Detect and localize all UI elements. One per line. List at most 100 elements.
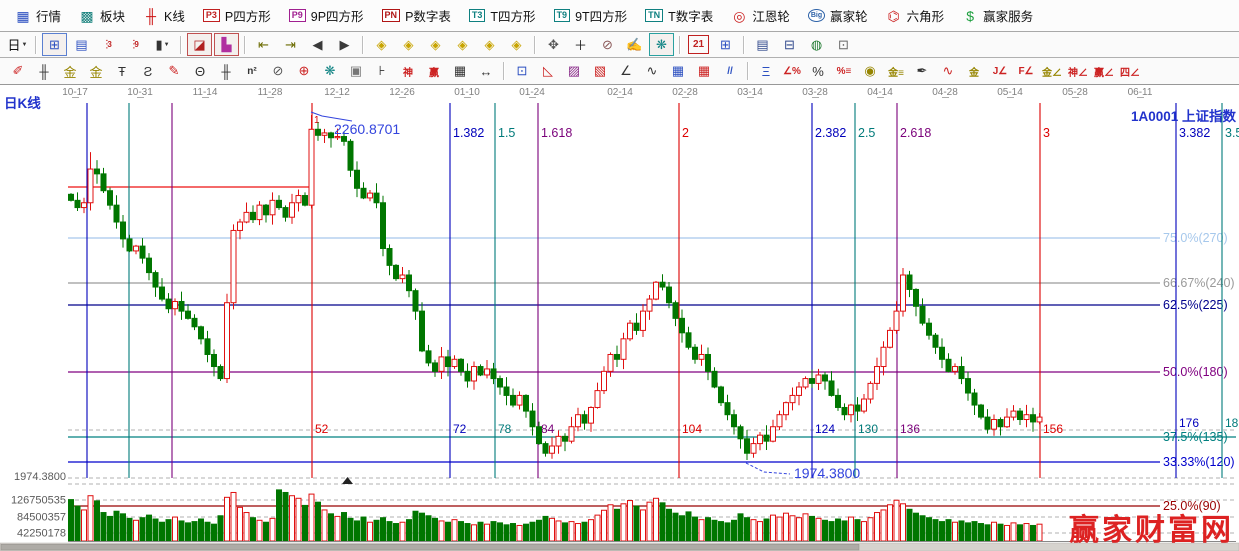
first-page-button[interactable]: ⇤	[251, 33, 276, 56]
last-page-button[interactable]: ⇥	[278, 33, 303, 56]
flag-pen-tool[interactable]: ✒	[910, 60, 934, 82]
gold-gauge-tool[interactable]: 金	[58, 60, 82, 82]
dollar-icon: $	[962, 8, 978, 24]
grid-circle-tool[interactable]: ▣	[344, 60, 368, 82]
grid123-tool[interactable]: ▦	[448, 60, 472, 82]
menu-gann-wheel[interactable]: ◎江恩轮	[722, 4, 799, 27]
print-button[interactable]: ⊡	[831, 33, 856, 56]
ying-angle-tool[interactable]: 赢∠	[1092, 60, 1116, 82]
gann-ratio-label: 1	[314, 115, 320, 126]
chart-window-button[interactable]: ⊞	[42, 33, 67, 56]
box-tool[interactable]: ⊡	[510, 60, 534, 82]
menu-p-square[interactable]: P3P四方形	[194, 4, 280, 27]
spiral-tool[interactable]: Ƨ	[136, 60, 160, 82]
gann-grid-button[interactable]: ◪	[187, 33, 212, 56]
diamond-star-button[interactable]: ◈	[477, 33, 502, 56]
menu-p-table[interactable]: PNP数字表	[373, 4, 460, 27]
gold-angle-tool[interactable]: 金∠	[1040, 60, 1064, 82]
ma3-button[interactable]: ⫶3	[96, 33, 121, 56]
percent-lines-tool[interactable]: %≡	[832, 60, 856, 82]
calculator-button[interactable]: ⊞	[713, 33, 738, 56]
menu-winner-service[interactable]: $赢家服务	[953, 4, 1042, 27]
percent-tool[interactable]: %	[806, 60, 830, 82]
prev-bar-button[interactable]: ◀	[305, 33, 330, 56]
split-angle-tool[interactable]: ⊘	[266, 60, 290, 82]
annotate-tool-button[interactable]: ✍	[622, 33, 647, 56]
menu-t-table[interactable]: TNT数字表	[636, 4, 722, 27]
network-button[interactable]: ◍	[804, 33, 829, 56]
volume-bar	[621, 504, 626, 541]
menu-winner-wheel[interactable]: Big赢家轮	[799, 4, 877, 27]
candle-body	[361, 188, 366, 198]
save-button[interactable]: ⊟	[777, 33, 802, 56]
next-bar-button[interactable]: ▶	[332, 33, 357, 56]
grid-blue-tool[interactable]: ▦	[666, 60, 690, 82]
menu-9t-square[interactable]: T99T四方形	[545, 4, 637, 27]
gold-mark-tool[interactable]: 金	[962, 60, 986, 82]
volume-bar	[589, 520, 594, 541]
wave-channel-tool[interactable]: ∿	[936, 60, 960, 82]
candle-body	[576, 415, 581, 427]
diamond-horizontal-button[interactable]: ◈	[423, 33, 448, 56]
candle-body	[959, 367, 964, 379]
ma9-button[interactable]: ⫶9	[123, 33, 148, 56]
shen-tool[interactable]: 神	[396, 60, 420, 82]
j-angle-tool[interactable]: J∠	[988, 60, 1012, 82]
menu-t-square[interactable]: T3T四方形	[460, 4, 545, 27]
hand-tool-button[interactable]: ✥	[541, 33, 566, 56]
pattern-tool-button[interactable]: ❋	[649, 33, 674, 56]
web-tool[interactable]: ❋	[318, 60, 342, 82]
fan-tool[interactable]: ◺	[536, 60, 560, 82]
ruler-tool[interactable]: ╫	[32, 60, 56, 82]
menu-9p-square[interactable]: P99P四方形	[280, 4, 373, 27]
diamond-left-button[interactable]: ◈	[369, 33, 394, 56]
diamond-cross-button[interactable]: ◈	[450, 33, 475, 56]
gann-day-label: 104	[682, 422, 702, 436]
chart-area[interactable]: 10-1710-3111-1411-2812-1212-2601-1001-24…	[0, 85, 1239, 551]
fan-box-red-tool[interactable]: ▧	[588, 60, 612, 82]
erase-line-button[interactable]: ⊘	[595, 33, 620, 56]
gold-lines-tool[interactable]: 金≡	[884, 60, 908, 82]
menu-hexagon[interactable]: ⌬六角形	[877, 4, 954, 27]
diamond-all-button[interactable]: ◈	[504, 33, 529, 56]
calendar-button[interactable]: 21	[688, 35, 709, 54]
volume-bar	[1011, 523, 1016, 541]
slash-lines-tool[interactable]: //	[718, 60, 742, 82]
brush-tool[interactable]: ✎	[162, 60, 186, 82]
menu-winner-wheel-label: 赢家轮	[830, 6, 868, 25]
ying-tool[interactable]: 赢	[422, 60, 446, 82]
wave-tool[interactable]: ∿	[640, 60, 664, 82]
fan-box-purple-tool[interactable]: ▨	[562, 60, 586, 82]
horizontal-scrollbar-thumb[interactable]	[1, 544, 859, 550]
diamond-right-button[interactable]: ◈	[396, 33, 421, 56]
menu-quotes[interactable]: ▦行情	[6, 4, 70, 27]
notes-button[interactable]: ▤	[750, 33, 775, 56]
count-tool[interactable]: Ξ	[754, 60, 778, 82]
pencil-tool[interactable]: ✐	[6, 60, 30, 82]
candle-style-dropdown[interactable]: ▮▼	[150, 33, 175, 56]
grid-red-tool[interactable]: ▦	[692, 60, 716, 82]
menu-kline[interactable]: ╫K线	[134, 4, 194, 27]
f-angle-tool[interactable]: F∠	[1014, 60, 1038, 82]
gold-circle-tool[interactable]: ◉	[858, 60, 882, 82]
crosshair-tool-button[interactable]: ＋	[568, 33, 593, 56]
span-arrow-tool[interactable]: ↔	[474, 60, 498, 82]
info-board-button[interactable]: ▤	[69, 33, 94, 56]
period-day-dropdown[interactable]: 日▼	[5, 33, 30, 56]
circle-cross-tool[interactable]: ⊕	[292, 60, 316, 82]
f-gauge-tool[interactable]: Ŧ	[110, 60, 134, 82]
angle-percent-tool[interactable]: ∠%	[780, 60, 804, 82]
si-angle-tool[interactable]: 四∠	[1118, 60, 1142, 82]
chart-svg[interactable]: 10-1710-3111-1411-2812-1212-2601-1001-24…	[0, 85, 1239, 551]
n-squared-tool[interactable]: n²	[240, 60, 264, 82]
cycle-circle-tool[interactable]: Θ	[188, 60, 212, 82]
volume-bar	[881, 510, 886, 541]
gold-gauge2-tool[interactable]: 金	[84, 60, 108, 82]
measure-tool[interactable]: ⊦	[370, 60, 394, 82]
angle-lines-tool[interactable]: ∠	[614, 60, 638, 82]
volume-bar	[569, 522, 574, 541]
profile-chart-button[interactable]: ▙	[214, 33, 239, 56]
ruler2-tool[interactable]: ╫	[214, 60, 238, 82]
shen-angle-tool[interactable]: 神∠	[1066, 60, 1090, 82]
menu-sectors[interactable]: ▩板块	[70, 4, 134, 27]
